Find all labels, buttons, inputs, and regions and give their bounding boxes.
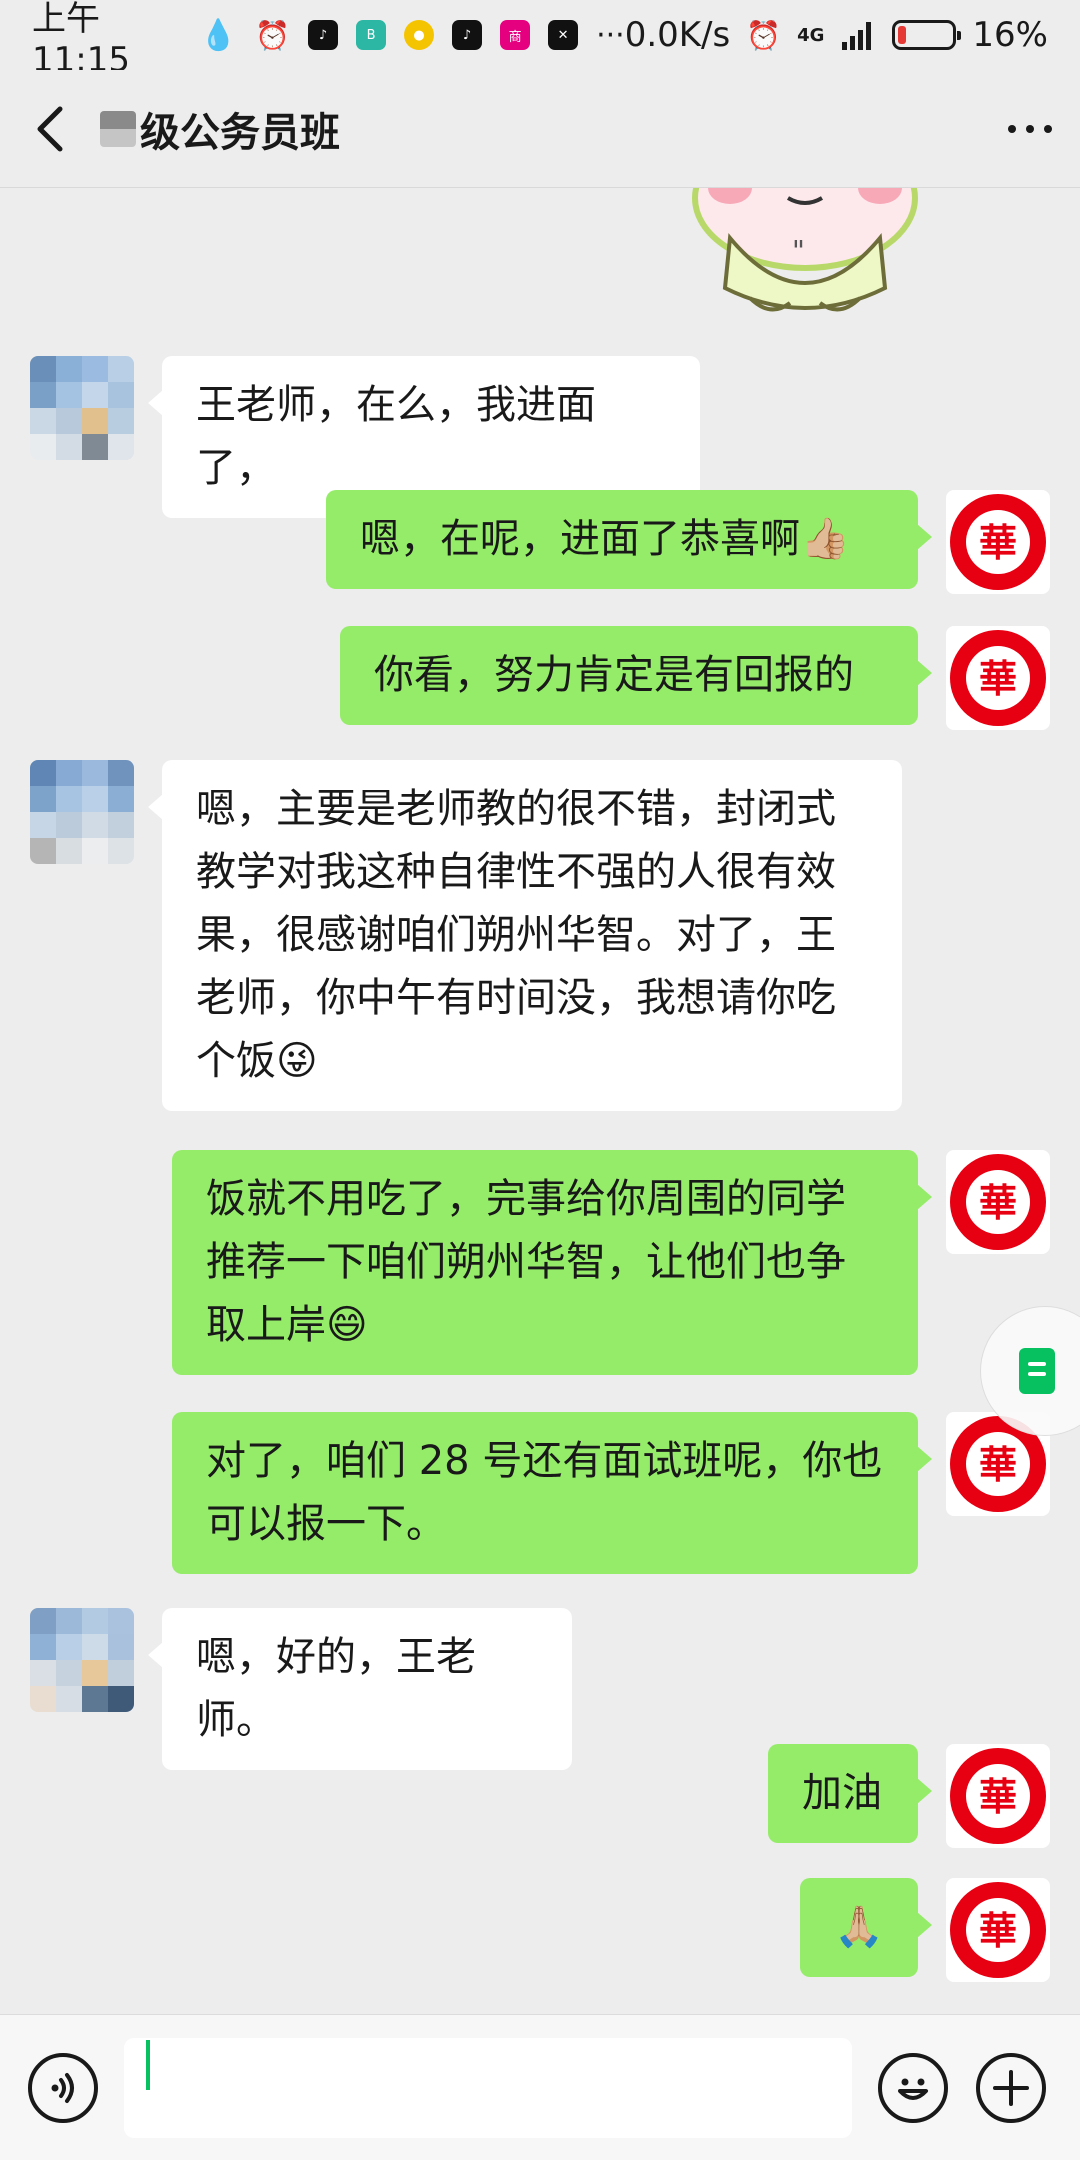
message-list[interactable]: " 王老师，在么，我进面了， 華 嗯，在呢，进面了恭喜啊👍🏼 華 你看，努力肯定… (0, 188, 1080, 2014)
message-text: 对了，咱们 28 号还有面试班呢，你也可以报一下。 (206, 1438, 883, 1547)
emoji-button[interactable] (878, 2052, 948, 2123)
chat-title: 级公务员班 (140, 109, 340, 156)
chat-header: 级公务员班 (0, 70, 1080, 188)
shop-app-icon: 商 (500, 20, 531, 50)
network-speed: 0.0K/s (624, 15, 731, 55)
folded-hands-emoji: 🙏🏼 (834, 1904, 884, 1950)
teacher-avatar[interactable]: 華 (946, 1744, 1050, 1848)
more-dot (1008, 124, 1016, 133)
message-input[interactable] (124, 2037, 852, 2138)
svg-text:華: 華 (979, 1774, 1017, 1819)
cartoon-sticker[interactable]: " (690, 188, 920, 318)
status-bar: 上午11:15 💧 ⏰ ♪ B ● ♪ 商 ✕ ··· 0.0K/s ⏰ 4G … (0, 0, 1080, 80)
teacher-avatar[interactable]: 華 (946, 490, 1050, 594)
alarm-status-icon: ⏰ (746, 18, 782, 52)
message-text: 你看，努力肯定是有回报的 (374, 652, 854, 698)
plus-button[interactable] (976, 2052, 1046, 2123)
battery-percent: 16% (972, 15, 1048, 55)
message-text: 嗯，在呢，进面了恭喜啊 (360, 516, 800, 562)
huazhi-logo-icon: 華 (950, 1154, 1046, 1250)
text-caret (146, 2040, 150, 2090)
message-bubble[interactable]: 你看，努力肯定是有回报的 (340, 626, 932, 725)
message-text: 嗯，好的，王老师。 (196, 1634, 476, 1743)
more-button[interactable] (980, 70, 1080, 188)
notification-icons: 💧 ⏰ ♪ B ● ♪ 商 ✕ ··· (200, 18, 625, 53)
battery-icon (892, 20, 962, 50)
student-avatar[interactable] (30, 760, 134, 864)
avatar-mosaic (30, 760, 134, 864)
winking-tongue-emoji: 😜 (276, 1038, 318, 1084)
emoji-icon (898, 2078, 928, 2100)
more-notifications: ··· (596, 17, 625, 53)
message-text: 加油 (802, 1770, 882, 1816)
thumbs-up-emoji: 👍🏼 (800, 516, 850, 562)
svg-text:華: 華 (979, 1180, 1017, 1225)
more-dot (1044, 124, 1052, 133)
capcut-icon: ✕ (548, 20, 579, 50)
message-bubble[interactable]: 饭就不用吃了，完事给你周围的同学推荐一下咱们朔州华智，让他们也争取上岸😄 (172, 1150, 932, 1375)
message-bubble[interactable]: 嗯，主要是老师教的很不错，封闭式教学对我这种自律性不强的人很有效果，很感谢咱们朔… (148, 760, 902, 1111)
back-button[interactable] (0, 70, 100, 188)
game-app-icon: ● (404, 20, 435, 50)
note-icon (1019, 1348, 1055, 1394)
avatar-mosaic (30, 356, 134, 460)
huazhi-logo-icon: 華 (950, 1748, 1046, 1844)
input-bar (0, 2014, 1080, 2160)
svg-text:華: 華 (979, 1442, 1017, 1487)
chat-title-wrap: 级公务员班 (100, 100, 340, 158)
huazhi-logo-icon: 華 (950, 494, 1046, 590)
status-time: 上午11:15 (32, 0, 130, 80)
teacher-avatar[interactable]: 華 (946, 1878, 1050, 1982)
signal-icon (842, 22, 872, 50)
svg-text:華: 華 (979, 520, 1017, 565)
message-bubble[interactable]: 嗯，好的，王老师。 (148, 1608, 572, 1770)
huazhi-logo-icon: 華 (950, 630, 1046, 726)
drop-icon: 💧 (199, 17, 238, 53)
message-text: 王老师，在么，我进面了， (196, 382, 596, 491)
voice-button[interactable] (28, 2052, 98, 2123)
message-bubble[interactable]: 🙏🏼 (800, 1878, 932, 1977)
message-bubble[interactable]: 对了，咱们 28 号还有面试班呢，你也可以报一下。 (172, 1412, 932, 1574)
alarm-icon: ⏰ (255, 18, 291, 52)
plus-icon (993, 2069, 1029, 2106)
boss-app-icon: B (356, 20, 387, 50)
signal-label: 4G (797, 24, 825, 46)
tiktok-icon: ♪ (308, 20, 339, 50)
tiktok-icon-2: ♪ (452, 20, 483, 50)
title-blurred-part (100, 110, 136, 147)
student-avatar[interactable] (30, 356, 134, 460)
voice-icon (51, 2072, 74, 2103)
svg-text:華: 華 (979, 656, 1017, 701)
chevron-left-icon (37, 106, 63, 151)
message-bubble[interactable]: 加油 (768, 1744, 932, 1843)
teacher-avatar[interactable]: 華 (946, 1150, 1050, 1254)
svg-text:": " (792, 234, 805, 267)
message-bubble[interactable]: 嗯，在呢，进面了恭喜啊👍🏼 (326, 490, 932, 589)
teacher-avatar[interactable]: 華 (946, 626, 1050, 730)
student-avatar[interactable] (30, 1608, 134, 1712)
huazhi-logo-icon: 華 (950, 1882, 1046, 1978)
message-text: 饭就不用吃了，完事给你周围的同学推荐一下咱们朔州华智，让他们也争取上岸 (206, 1176, 846, 1348)
avatar-mosaic (30, 1608, 134, 1712)
grinning-emoji: 😄 (326, 1302, 368, 1348)
svg-text:華: 華 (979, 1908, 1017, 1953)
more-dot (1026, 124, 1034, 133)
